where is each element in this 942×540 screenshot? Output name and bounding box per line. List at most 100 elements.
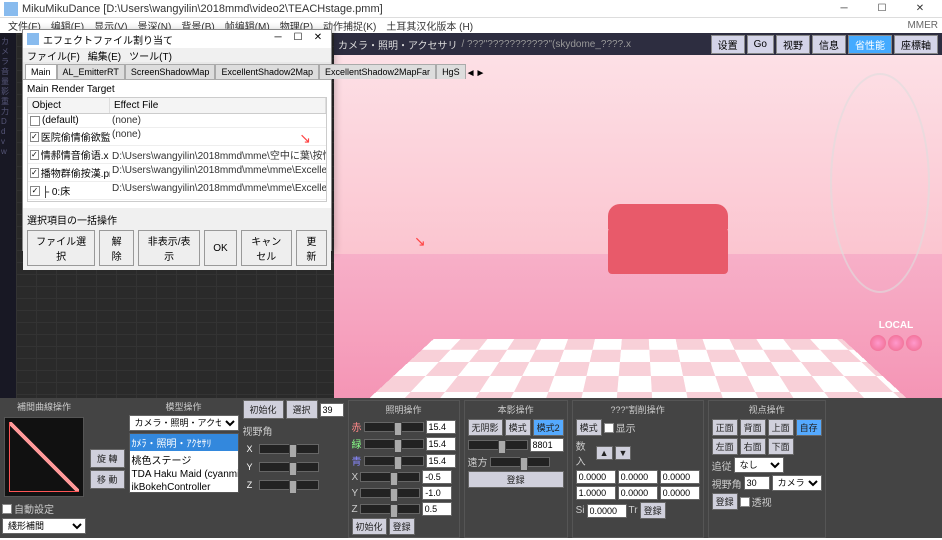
follow-select[interactable]: なし [734, 457, 784, 473]
list-item[interactable]: 桃色ステージ [130, 451, 238, 468]
view-right[interactable]: 右面 [740, 438, 766, 455]
shadow-none[interactable]: 无阴影 [468, 419, 503, 436]
dlg-menu-file[interactable]: ファイル(F) [27, 48, 80, 63]
gizmo-ball-icon[interactable] [888, 335, 904, 351]
btn-init[interactable]: 初始化 [243, 400, 284, 419]
gizmo-ball-icon[interactable] [906, 335, 922, 351]
view-bottom[interactable]: 下面 [768, 438, 794, 455]
btn-move[interactable]: 移 動 [90, 470, 125, 489]
row-checkbox[interactable] [30, 116, 40, 126]
acc-v0[interactable] [576, 470, 616, 484]
y-icon[interactable]: Y [243, 460, 257, 474]
dialog-max-button[interactable]: ☐ [289, 32, 307, 46]
list-item[interactable]: ｶﾒﾗ・照明・ｱｸｾｻﾘ [130, 434, 238, 451]
vp-reset[interactable]: 座標軸 [894, 35, 938, 54]
effect-table[interactable]: Object Effect File (default)(none)✓医院偷情偷… [27, 97, 327, 202]
view-left[interactable]: 左面 [712, 438, 738, 455]
slider-x[interactable] [259, 444, 319, 454]
light-b[interactable] [426, 454, 456, 468]
th-effect[interactable]: Effect File [110, 98, 326, 113]
tab-ssm[interactable]: ScreenShadowMap [125, 64, 216, 79]
slider-b[interactable] [364, 456, 424, 466]
acc-dn-icon[interactable]: ▼ [615, 446, 632, 460]
shadow-m2[interactable]: 模式2 [533, 419, 564, 436]
vp-info[interactable]: 信息 [812, 35, 846, 54]
shadow-val[interactable] [530, 438, 564, 452]
shadow-m1[interactable]: 模式 [505, 419, 531, 436]
list-item[interactable]: TDA Haku Maid (cyanmi [130, 468, 238, 481]
view-gizmo[interactable]: LOCAL [870, 320, 922, 351]
table-row[interactable]: ✓医院偷情偷欲監視(sk...(none) [28, 128, 326, 146]
btn-toggle[interactable]: 非表示/表示 [138, 230, 200, 266]
row-checkbox[interactable]: ✓ [30, 150, 39, 160]
view-back[interactable]: 背面 [740, 419, 766, 436]
acc-disp-check[interactable] [604, 423, 614, 433]
light-z[interactable] [422, 502, 452, 516]
z-icon[interactable]: Z [243, 478, 257, 492]
tab-main[interactable]: Main [25, 64, 57, 79]
maximize-button[interactable]: ☐ [864, 1, 900, 17]
btn-rotate[interactable]: 旋 轉 [90, 449, 125, 468]
table-row[interactable]: (default)(none) [28, 114, 326, 128]
interpolation-curve[interactable] [4, 417, 84, 497]
slider-y[interactable] [259, 462, 319, 472]
minimize-button[interactable]: ─ [826, 1, 862, 17]
table-row[interactable]: ✓播物群偷按漢.pmxD:\Users\wangyilin\2018mmd\mm… [28, 164, 326, 182]
dialog-close-button[interactable]: ✕ [309, 32, 327, 46]
tab-hgs[interactable]: HgS [436, 64, 466, 79]
btn-remove[interactable]: 解除 [99, 230, 134, 266]
tab-prev-icon[interactable]: ◄ [466, 68, 476, 79]
row-checkbox[interactable]: ✓ [30, 168, 39, 178]
shadow-slider[interactable] [468, 440, 528, 450]
acc-si-val[interactable] [587, 504, 627, 518]
btn-cancel[interactable]: キャンセル [241, 230, 292, 266]
view-top[interactable]: 上面 [768, 419, 794, 436]
light-init[interactable]: 初始化 [352, 518, 387, 535]
model-dropdown[interactable]: カメラ・照明・アクセサリ [129, 415, 239, 431]
acc-v1[interactable] [618, 470, 658, 484]
close-button[interactable]: ✕ [902, 1, 938, 17]
view-register[interactable]: 登録 [712, 493, 738, 510]
view-front[interactable]: 正面 [712, 419, 738, 436]
dialog-min-button[interactable]: ─ [269, 32, 287, 46]
dialog-titlebar[interactable]: エフェクトファイル割り当て ─ ☐ ✕ [23, 30, 331, 48]
table-row[interactable]: ✓├ 1:床2D:\Users\wangyilin\2018mmd\mme\mm… [28, 200, 326, 202]
slider-g[interactable] [364, 439, 424, 449]
btn-file-select[interactable]: ファイル選択 [27, 230, 95, 266]
slider-ly[interactable] [360, 488, 420, 498]
tab-es2f[interactable]: ExcellentShadow2MapFar [319, 64, 436, 79]
slider-lz[interactable] [360, 504, 420, 514]
vp-perf[interactable]: 省性能 [848, 35, 892, 54]
acc-register[interactable]: 登録 [640, 502, 666, 519]
3d-viewport[interactable]: カメラ・照明・アクセサリ / ???"???????????"(skydome_… [334, 33, 942, 431]
acc-v4[interactable] [618, 486, 658, 500]
light-g[interactable] [426, 437, 456, 451]
acc-v3[interactable] [576, 486, 616, 500]
table-row[interactable]: ✓├ 0:床D:\Users\wangyilin\2018mmd\mme\mme… [28, 182, 326, 200]
view-save[interactable]: 自存 [796, 419, 822, 436]
gizmo-ball-icon[interactable] [870, 335, 886, 351]
tab-next-icon[interactable]: ► [475, 68, 485, 79]
curve-select[interactable]: 綫形補間 [2, 518, 86, 534]
vp-go[interactable]: Go [747, 35, 774, 54]
acc-v5[interactable] [660, 486, 700, 500]
light-register[interactable]: 登録 [389, 518, 415, 535]
slider-r[interactable] [364, 422, 424, 432]
acc-mode[interactable]: 模式 [576, 419, 602, 436]
light-x[interactable] [422, 470, 452, 484]
dlg-menu-edit[interactable]: 編集(E) [88, 48, 121, 63]
cam-select[interactable]: カメラ [772, 475, 822, 491]
vp-set[interactable]: 设置 [711, 35, 745, 54]
persp-check[interactable] [740, 497, 750, 507]
auto-check[interactable] [2, 504, 12, 514]
shadow-register[interactable]: 登録 [468, 471, 564, 488]
fov-input[interactable] [744, 476, 770, 490]
menu-lang[interactable]: 土耳其汉化版本 (H) [382, 17, 477, 34]
th-object[interactable]: Object [28, 98, 110, 113]
slider-lx[interactable] [360, 472, 420, 482]
light-y[interactable] [422, 486, 452, 500]
row-checkbox[interactable]: ✓ [30, 186, 40, 196]
sel-count[interactable] [320, 403, 344, 417]
btn-select[interactable]: 選択 [286, 400, 318, 419]
btn-ok[interactable]: OK [204, 230, 236, 266]
